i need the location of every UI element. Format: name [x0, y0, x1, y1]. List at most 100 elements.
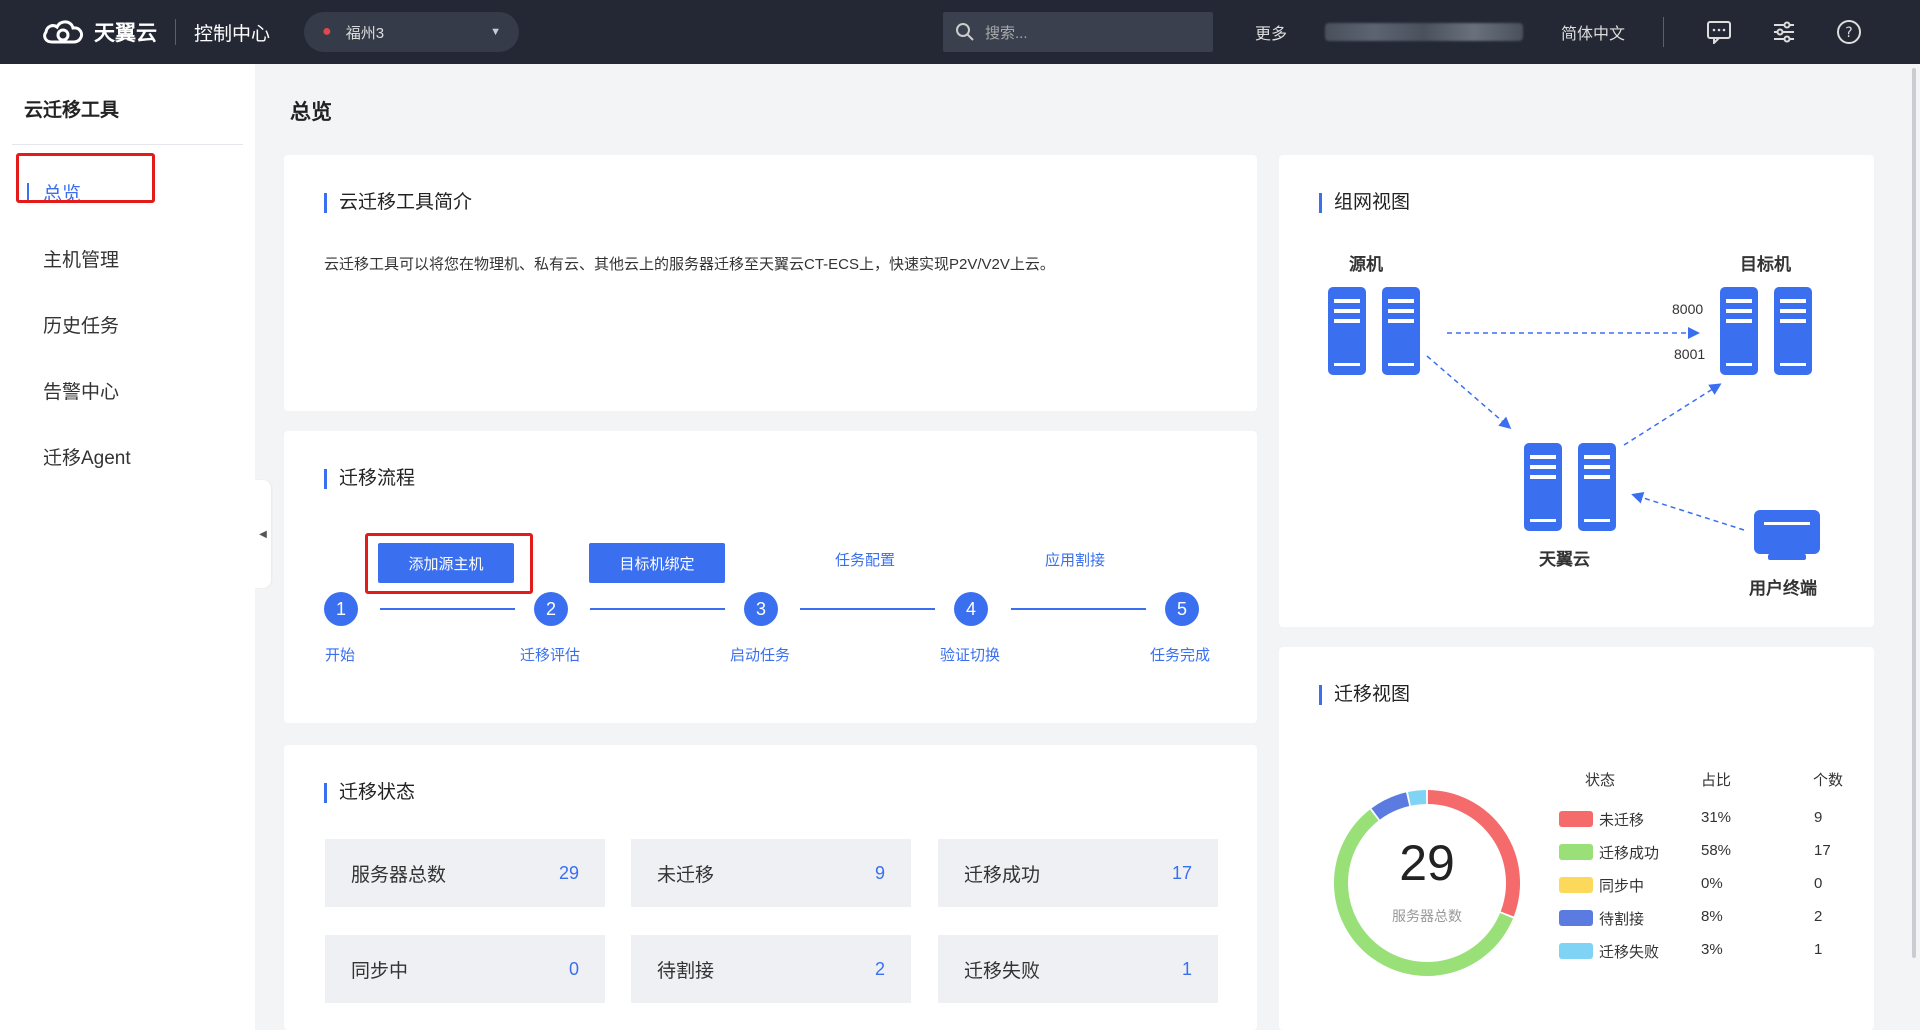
legend-state: 未迁移: [1599, 812, 1645, 829]
legend-ratio: 31%: [1701, 809, 1732, 826]
donut-total: 29: [1399, 835, 1455, 891]
legend-count: 9: [1814, 809, 1823, 826]
source-server-icon: [1328, 287, 1420, 375]
message-icon[interactable]: [1706, 20, 1732, 44]
status-tile-syncing[interactable]: 同步中 0: [325, 935, 605, 1003]
step-connector: [380, 608, 515, 610]
legend-ratio: 58%: [1701, 842, 1732, 859]
step-2-label: 迁移评估: [520, 647, 581, 664]
tile-label: 迁移失败: [964, 960, 1041, 982]
legend-ratio: 3%: [1701, 941, 1723, 958]
step-4-circle: 4: [954, 592, 988, 626]
collapse-sidebar-button[interactable]: ◀: [255, 480, 271, 588]
bind-target-host-button[interactable]: 目标机绑定: [589, 543, 725, 583]
sidebar-item-task-history[interactable]: 历史任务: [0, 291, 255, 357]
divider: [175, 19, 176, 45]
more-link[interactable]: 更多: [1255, 20, 1287, 44]
svg-text:?: ?: [1845, 25, 1852, 41]
legend-ratio: 0%: [1701, 875, 1723, 892]
app-cutover-link[interactable]: 应用割接: [1045, 549, 1105, 570]
status-tile-pending-cutover[interactable]: 待割接 2: [631, 935, 911, 1003]
location-pin-icon: ●: [322, 23, 332, 40]
sidebar-item-alarm-center[interactable]: 告警中心: [0, 357, 255, 423]
highlight-box: [16, 153, 155, 203]
card-title: 迁移流程: [324, 469, 415, 489]
step-1-circle: 1: [324, 592, 358, 626]
legend-swatch: [1559, 943, 1593, 959]
user-terminal-icon: [1754, 510, 1820, 560]
legend-state: 待割接: [1599, 911, 1645, 928]
legend-swatch: [1559, 877, 1593, 893]
logo-text: 天翼云: [94, 22, 157, 45]
legend-swatch: [1559, 811, 1593, 827]
intro-text: 云迁移工具可以将您在物理机、私有云、其他云上的服务器迁移至天翼云CT-ECS上，…: [324, 256, 1055, 273]
legend-count: 1: [1814, 941, 1823, 958]
step-connector: [590, 608, 725, 610]
legend-count: 17: [1814, 842, 1831, 859]
step-3-label: 启动任务: [730, 647, 791, 664]
card-title: 云迁移工具简介: [324, 193, 472, 213]
tile-label: 待割接: [657, 960, 715, 982]
card-title: 组网视图: [1319, 193, 1410, 213]
language-selector[interactable]: 简体中文: [1561, 20, 1625, 44]
logo[interactable]: 天翼云: [40, 17, 157, 47]
region-label: 福州3: [345, 24, 385, 42]
sidebar-item-migration-agent[interactable]: 迁移Agent: [0, 423, 255, 489]
search-placeholder: 搜索...: [985, 24, 1028, 42]
step-5-circle: 5: [1165, 592, 1199, 626]
legend-ratio: 8%: [1701, 908, 1723, 925]
scrollbar[interactable]: [1912, 68, 1916, 958]
sidebar-item-host-management[interactable]: 主机管理: [0, 225, 255, 291]
sidebar: 云迁移工具 总览 主机管理 历史任务 告警中心 迁移Agent: [0, 64, 255, 1030]
step-connector: [1011, 608, 1146, 610]
legend-state: 迁移成功: [1599, 845, 1660, 862]
step-2-circle: 2: [534, 592, 568, 626]
task-config-link[interactable]: 任务配置: [835, 549, 895, 570]
step-1-label: 开始: [325, 647, 356, 664]
legend-count: 2: [1814, 908, 1823, 925]
target-host-label: 目标机: [1740, 255, 1791, 274]
migration-view-card: 迁移视图 29 服务器总数 状态 占比 个数 未迁移 31% 9 迁移成功 58% 17 同…: [1279, 647, 1874, 1030]
intro-card: 云迁移工具简介 云迁移工具可以将您在物理机、私有云、其他云上的服务器迁移至天翼云…: [284, 155, 1257, 411]
tile-value: 17: [1171, 862, 1192, 883]
source-host-label: 源机: [1349, 255, 1383, 274]
card-title: 迁移状态: [324, 783, 415, 803]
status-tile-failed[interactable]: 迁移失败 1: [938, 935, 1218, 1003]
search-icon: [956, 23, 974, 41]
legend-swatch: [1559, 910, 1593, 926]
step-connector: [800, 608, 935, 610]
status-tile-not-migrated[interactable]: 未迁移 9: [631, 839, 911, 907]
status-tile-total[interactable]: 服务器总数 29: [325, 839, 605, 907]
region-selector[interactable]: ● 福州3 ▼: [304, 12, 520, 52]
top-bar: 天翼云 控制中心 ● 福州3 ▼ 搜索... 更多 简体中文 ?: [0, 0, 1920, 64]
page-title: 总览: [290, 101, 332, 124]
highlight-box: [365, 533, 533, 594]
legend-state: 同步中: [1599, 878, 1645, 895]
step-5-label: 任务完成: [1150, 647, 1211, 664]
donut-total-label: 服务器总数: [1392, 908, 1462, 924]
status-tile-success[interactable]: 迁移成功 17: [938, 839, 1218, 907]
step-4-label: 验证切换: [940, 647, 1001, 664]
cloud-logo-icon: [43, 20, 84, 44]
legend-header-ratio: 占比: [1701, 772, 1732, 789]
port-label: 8000: [1672, 301, 1704, 317]
legend-swatch: [1559, 844, 1593, 860]
step-3-circle: 3: [744, 592, 778, 626]
help-icon[interactable]: ?: [1836, 19, 1862, 45]
chevron-left-icon: ◀: [259, 528, 267, 540]
network-view-card: 组网视图 源机 目标机 天翼云 用户终端 8000 8001: [1279, 155, 1874, 627]
cloud-server-icon: [1524, 443, 1616, 531]
console-title[interactable]: 控制中心: [194, 19, 270, 46]
account-name-redacted[interactable]: [1325, 23, 1524, 41]
search-input[interactable]: 搜索...: [943, 12, 1214, 52]
legend-header-state: 状态: [1585, 772, 1616, 789]
tile-value: 2: [874, 958, 885, 979]
user-terminal-label: 用户终端: [1749, 579, 1817, 598]
cloud-label: 天翼云: [1539, 550, 1590, 569]
legend-count: 0: [1814, 875, 1823, 892]
divider: [1663, 17, 1665, 47]
donut-slice-4[interactable]: [1407, 790, 1427, 806]
port-label: 8001: [1674, 346, 1706, 362]
settings-sliders-icon[interactable]: [1772, 20, 1796, 44]
donut-slice-3[interactable]: [1371, 792, 1410, 820]
